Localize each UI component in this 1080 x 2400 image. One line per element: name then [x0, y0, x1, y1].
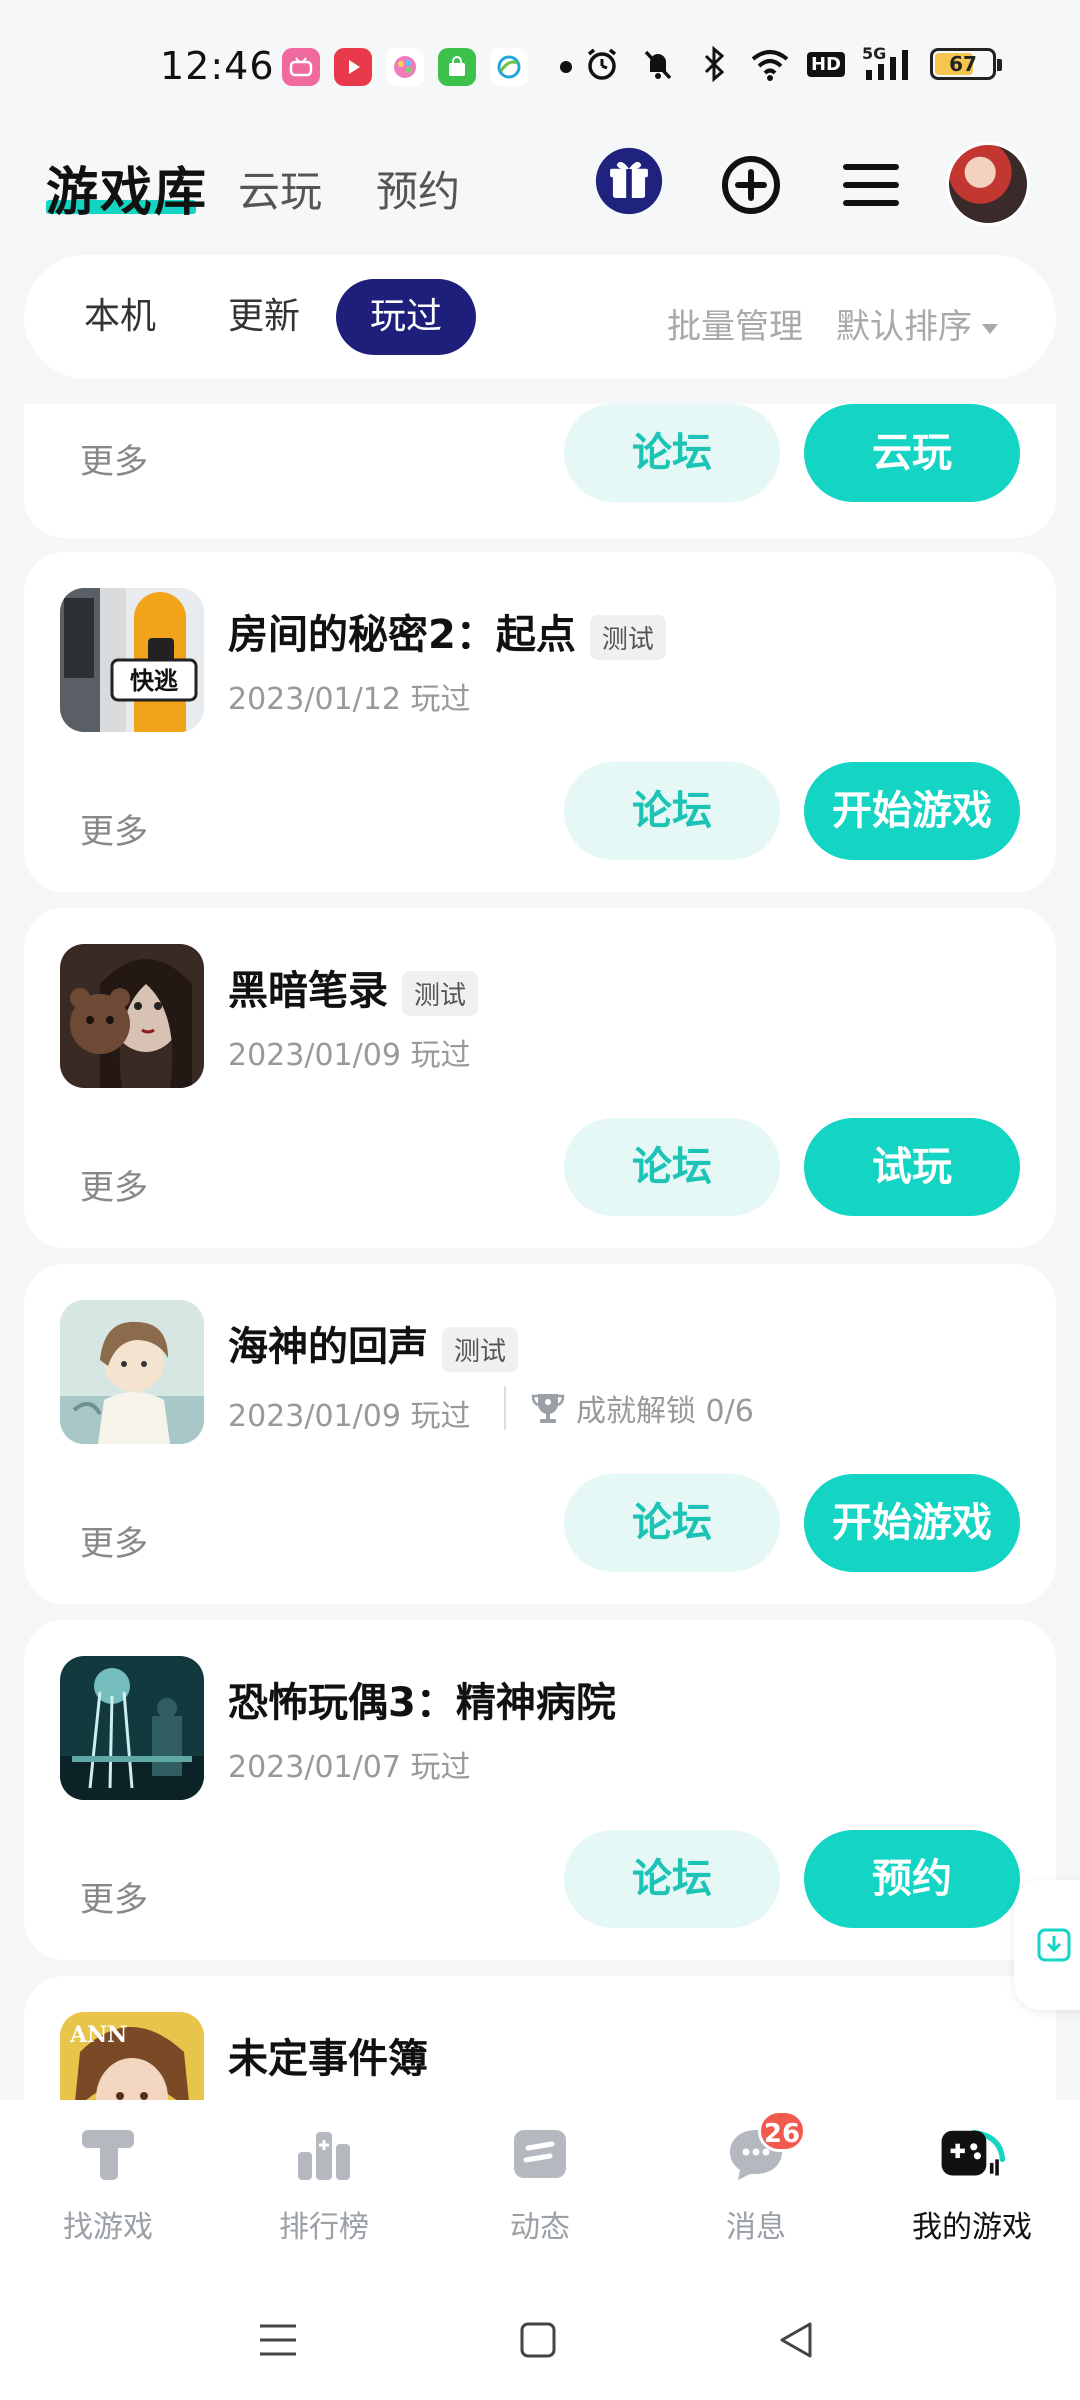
system-status-icons: HD 5G 67 — [582, 44, 1002, 84]
nav-messages[interactable]: 26 消息 — [648, 2110, 864, 2246]
back-icon[interactable] — [766, 2310, 826, 2370]
trophy-icon — [531, 1394, 565, 1423]
game-title[interactable]: 黑暗笔录 测试 — [228, 958, 479, 1016]
test-tag: 测试 — [402, 970, 479, 1016]
test-tag: 测试 — [442, 1326, 519, 1372]
app-header: 游戏库 云玩 预约 — [0, 130, 1080, 250]
more-button[interactable]: 更多 — [80, 804, 148, 853]
game-icon — [60, 1300, 204, 1444]
trial-play-button[interactable]: 试玩 — [804, 1118, 1020, 1216]
svg-text:ANN: ANN — [69, 2022, 127, 2048]
forum-button[interactable]: 论坛 — [564, 1830, 780, 1928]
status-time: 12:46 — [160, 44, 275, 88]
forum-button[interactable]: 论坛 — [564, 404, 780, 502]
store-app-icon — [438, 48, 476, 86]
user-avatar[interactable] — [946, 142, 1030, 226]
played-date: 2023/01/09 玩过 — [228, 1038, 471, 1073]
bottom-nav: 找游戏 排行榜 动态 26 消息 我的游戏 — [0, 2100, 1080, 2270]
wifi-icon — [750, 44, 790, 84]
menu-icon[interactable] — [836, 150, 906, 220]
feed-icon — [506, 2120, 574, 2188]
more-button[interactable]: 更多 — [80, 1872, 148, 1921]
home-icon[interactable] — [508, 2310, 568, 2370]
my-games-icon — [938, 2120, 1006, 2188]
game-icon: 快逃 — [60, 588, 204, 732]
find-games-icon — [74, 2120, 142, 2188]
start-game-button[interactable]: 开始游戏 — [804, 1474, 1020, 1572]
forum-button[interactable]: 论坛 — [564, 1474, 780, 1572]
palette-app-icon — [386, 48, 424, 86]
game-card[interactable]: 海神的回声 测试 2023/01/09 玩过 成就解锁 0/6 更多 论坛 开始游… — [24, 1264, 1056, 1604]
game-title[interactable]: 海神的回声 测试 — [228, 1314, 519, 1372]
start-game-button[interactable]: 开始游戏 — [804, 762, 1020, 860]
sort-dropdown[interactable]: 默认排序 — [836, 299, 998, 348]
more-notifications-dot — [560, 61, 572, 73]
unread-badge: 26 — [758, 2110, 806, 2152]
gift-icon[interactable] — [594, 146, 664, 216]
game-title[interactable]: 房间的秘密2：起点 测试 — [228, 602, 666, 660]
more-button[interactable]: 更多 — [80, 1160, 148, 1209]
achievement-info: 成就解锁 0/6 — [504, 1386, 754, 1430]
game-icon — [60, 944, 204, 1088]
filter-tab-local[interactable]: 本机 — [50, 279, 190, 355]
played-date: 2023/01/12 玩过 — [228, 682, 471, 717]
filter-bar: 本机 更新 玩过 批量管理 默认排序 — [24, 255, 1056, 379]
signal-icon: 5G — [862, 44, 914, 84]
forum-button[interactable]: 论坛 — [564, 762, 780, 860]
messages-icon: 26 — [722, 2110, 806, 2188]
filter-tab-updates[interactable]: 更新 — [194, 279, 334, 355]
floating-download-tab[interactable] — [1014, 1880, 1080, 2010]
video-app-icon — [334, 48, 372, 86]
game-card-partial: 更多 论坛 云玩 — [24, 404, 1056, 538]
game-title[interactable]: 恐怖玩偶3：精神病院 — [228, 1670, 616, 1728]
nav-rankings[interactable]: 排行榜 — [216, 2120, 432, 2246]
played-date: 2023/01/09 玩过 成就解锁 0/6 — [228, 1386, 754, 1435]
download-icon — [1037, 1928, 1071, 1962]
bilibili-icon — [282, 48, 320, 86]
caret-down-icon — [982, 323, 998, 334]
tab-reservation[interactable]: 预约 — [376, 158, 460, 219]
reserve-button[interactable]: 预约 — [804, 1830, 1020, 1928]
game-card[interactable]: 黑暗笔录 测试 2023/01/09 玩过 更多 论坛 试玩 — [24, 908, 1056, 1248]
game-icon — [60, 1656, 204, 1800]
system-nav-bar — [0, 2270, 1080, 2400]
mute-icon — [638, 44, 678, 84]
forum-button[interactable]: 论坛 — [564, 1118, 780, 1216]
nav-find-games[interactable]: 找游戏 — [0, 2120, 216, 2246]
bluetooth-icon — [694, 44, 734, 84]
mobile-carrier-icon — [490, 48, 528, 86]
game-library-title[interactable]: 游戏库 — [46, 150, 208, 225]
status-bar: 12:46 HD 5G 67 — [0, 0, 1080, 130]
recent-apps-icon[interactable] — [248, 2310, 308, 2370]
svg-text:快逃: 快逃 — [130, 667, 178, 695]
test-tag: 测试 — [589, 614, 666, 660]
filter-tab-played[interactable]: 玩过 — [336, 279, 477, 355]
tab-cloud-play[interactable]: 云玩 — [238, 158, 322, 219]
more-button[interactable]: 更多 — [80, 434, 148, 483]
batch-manage-button[interactable]: 批量管理 — [667, 299, 803, 348]
game-card[interactable]: 快逃 房间的秘密2：起点 测试 2023/01/12 玩过 更多 论坛 开始游戏 — [24, 552, 1056, 892]
hd-icon: HD — [806, 44, 846, 84]
played-date: 2023/01/07 玩过 — [228, 1750, 471, 1785]
more-button[interactable]: 更多 — [80, 1516, 148, 1565]
alarm-icon — [582, 44, 622, 84]
game-title[interactable]: 未定事件簿 — [228, 2026, 428, 2084]
cloud-play-button[interactable]: 云玩 — [804, 404, 1020, 502]
nav-my-games[interactable]: 我的游戏 — [864, 2120, 1080, 2246]
battery-indicator: 67 — [930, 48, 1002, 80]
add-icon[interactable] — [716, 150, 786, 220]
game-card[interactable]: 恐怖玩偶3：精神病院 2023/01/07 玩过 更多 论坛 预约 — [24, 1620, 1056, 1960]
notification-icons — [282, 48, 572, 86]
nav-feed[interactable]: 动态 — [432, 2120, 648, 2246]
rankings-icon — [290, 2120, 358, 2188]
